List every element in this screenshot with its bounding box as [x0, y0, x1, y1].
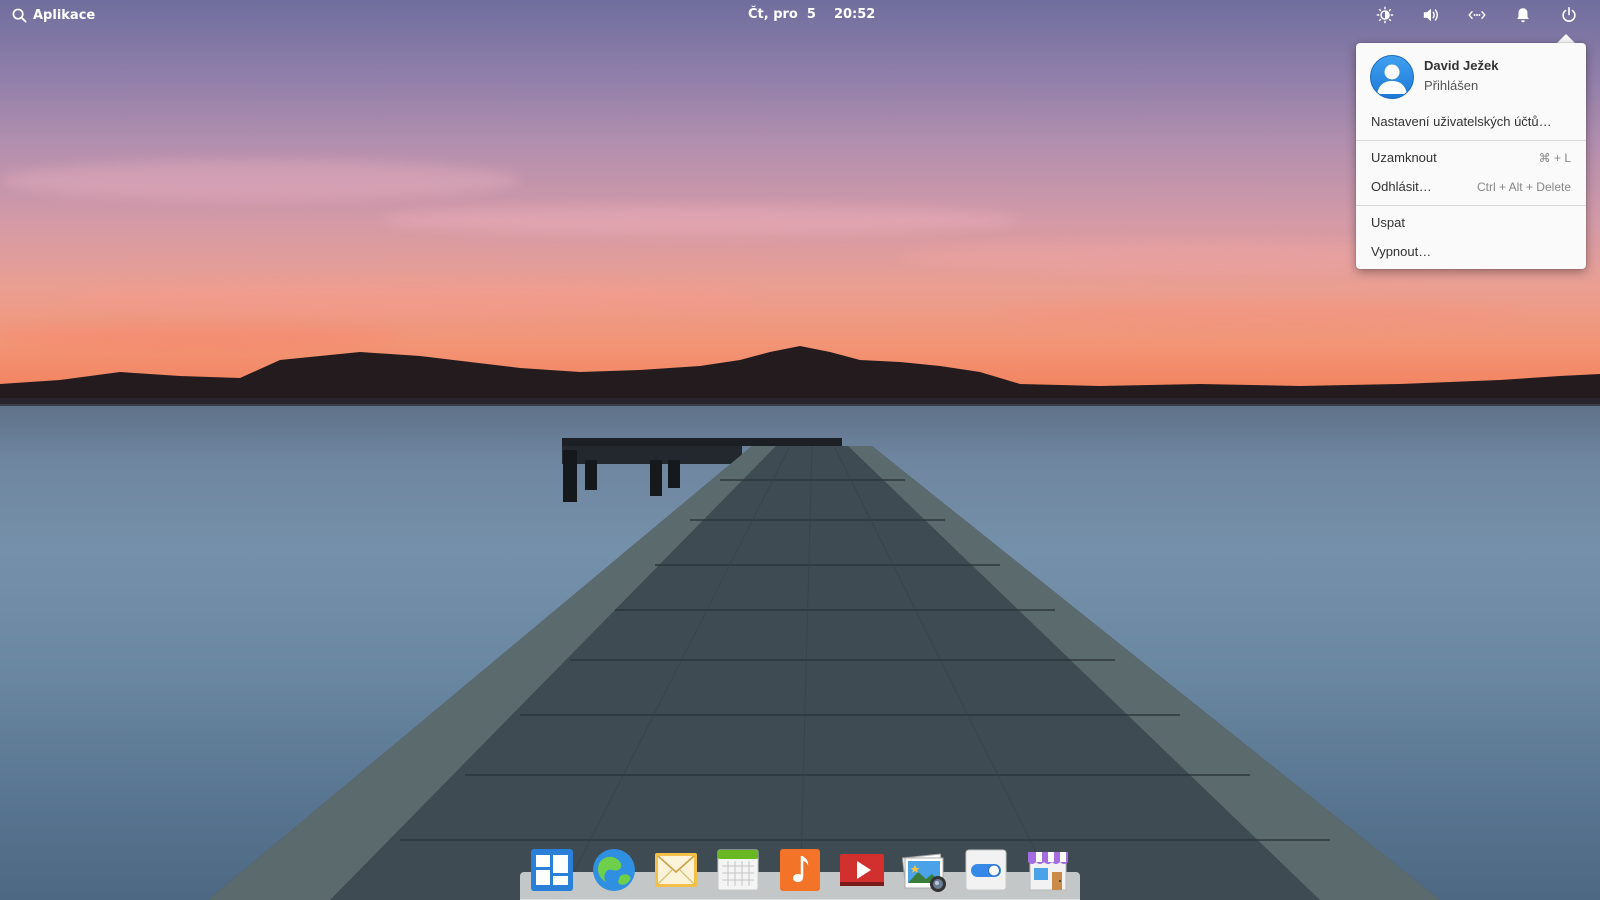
date-label: Čt, pro 5 — [748, 7, 816, 22]
user-avatar-icon — [1377, 64, 1407, 94]
logout-item[interactable]: Odhlásit… Ctrl + Alt + Delete — [1356, 174, 1586, 200]
shutdown-item[interactable]: Vypnout… — [1356, 239, 1586, 265]
music-icon — [780, 849, 820, 891]
dock-item-multitasking-view[interactable] — [528, 846, 576, 894]
dock-item-photos[interactable] — [900, 846, 948, 894]
notifications-indicator[interactable] — [1500, 3, 1546, 27]
menu-separator — [1356, 140, 1586, 141]
dock-item-app-center[interactable] — [1024, 846, 1072, 894]
dock-item-music[interactable] — [776, 846, 824, 894]
volume-icon — [1423, 8, 1439, 22]
videos-icon — [840, 854, 884, 886]
avatar — [1370, 55, 1414, 99]
lock-shortcut: ⌘ + L — [1538, 151, 1571, 165]
dock-item-web-browser[interactable] — [590, 846, 638, 894]
brightness-icon — [1376, 6, 1394, 24]
mail-icon — [655, 853, 697, 887]
date-time-indicator[interactable]: Čt, pro 5 20:52 — [748, 7, 875, 22]
dock-item-calendar[interactable] — [714, 846, 762, 894]
logout-shortcut: Ctrl + Alt + Delete — [1476, 180, 1571, 194]
user-status: Přihlášen — [1424, 78, 1479, 93]
applications-menu-button[interactable]: Aplikace — [12, 5, 95, 25]
time-label: 20:52 — [833, 7, 876, 22]
suspend-item[interactable]: Uspat — [1356, 210, 1586, 236]
photos-icon — [901, 853, 946, 892]
logout-label: Odhlásit… — [1371, 179, 1432, 194]
power-icon — [1562, 6, 1576, 22]
network-icon — [1468, 11, 1486, 19]
dock-item-videos[interactable] — [838, 846, 886, 894]
notifications-icon — [1517, 8, 1529, 23]
app-center-icon — [1028, 852, 1068, 891]
suspend-label: Uspat — [1371, 215, 1405, 230]
menu-separator — [1356, 205, 1586, 206]
session-menu-popover: David Ježek Přihlášen Nastavení uživatel… — [1356, 43, 1586, 269]
calendar-icon — [717, 849, 759, 891]
volume-indicator[interactable] — [1408, 3, 1454, 27]
top-panel: Aplikace Čt, pro 5 20:52 — [0, 0, 1600, 30]
panel-indicators — [1362, 3, 1592, 27]
system-settings-icon — [965, 849, 1007, 891]
shutdown-label: Vypnout… — [1371, 244, 1432, 259]
lock-label: Uzamknout — [1371, 150, 1437, 165]
account-settings-item[interactable]: Nastavení uživatelských účtů… — [1356, 109, 1586, 135]
lock-item[interactable]: Uzamknout ⌘ + L — [1356, 145, 1586, 171]
session-indicator[interactable] — [1546, 3, 1592, 27]
network-indicator[interactable] — [1454, 3, 1500, 27]
user-item[interactable]: David Ježek Přihlášen — [1370, 55, 1498, 99]
multitasking-view-icon — [531, 849, 573, 891]
dock-item-mail[interactable] — [652, 846, 700, 894]
search-icon — [12, 8, 27, 23]
dock-items — [528, 846, 1072, 894]
applications-label: Aplikace — [33, 7, 96, 23]
user-name: David Ježek — [1424, 58, 1499, 73]
account-settings-label: Nastavení uživatelských účtů… — [1371, 114, 1552, 129]
brightness-indicator[interactable] — [1362, 3, 1408, 27]
dock-item-system-settings[interactable] — [962, 846, 1010, 894]
web-browser-icon — [593, 849, 635, 891]
